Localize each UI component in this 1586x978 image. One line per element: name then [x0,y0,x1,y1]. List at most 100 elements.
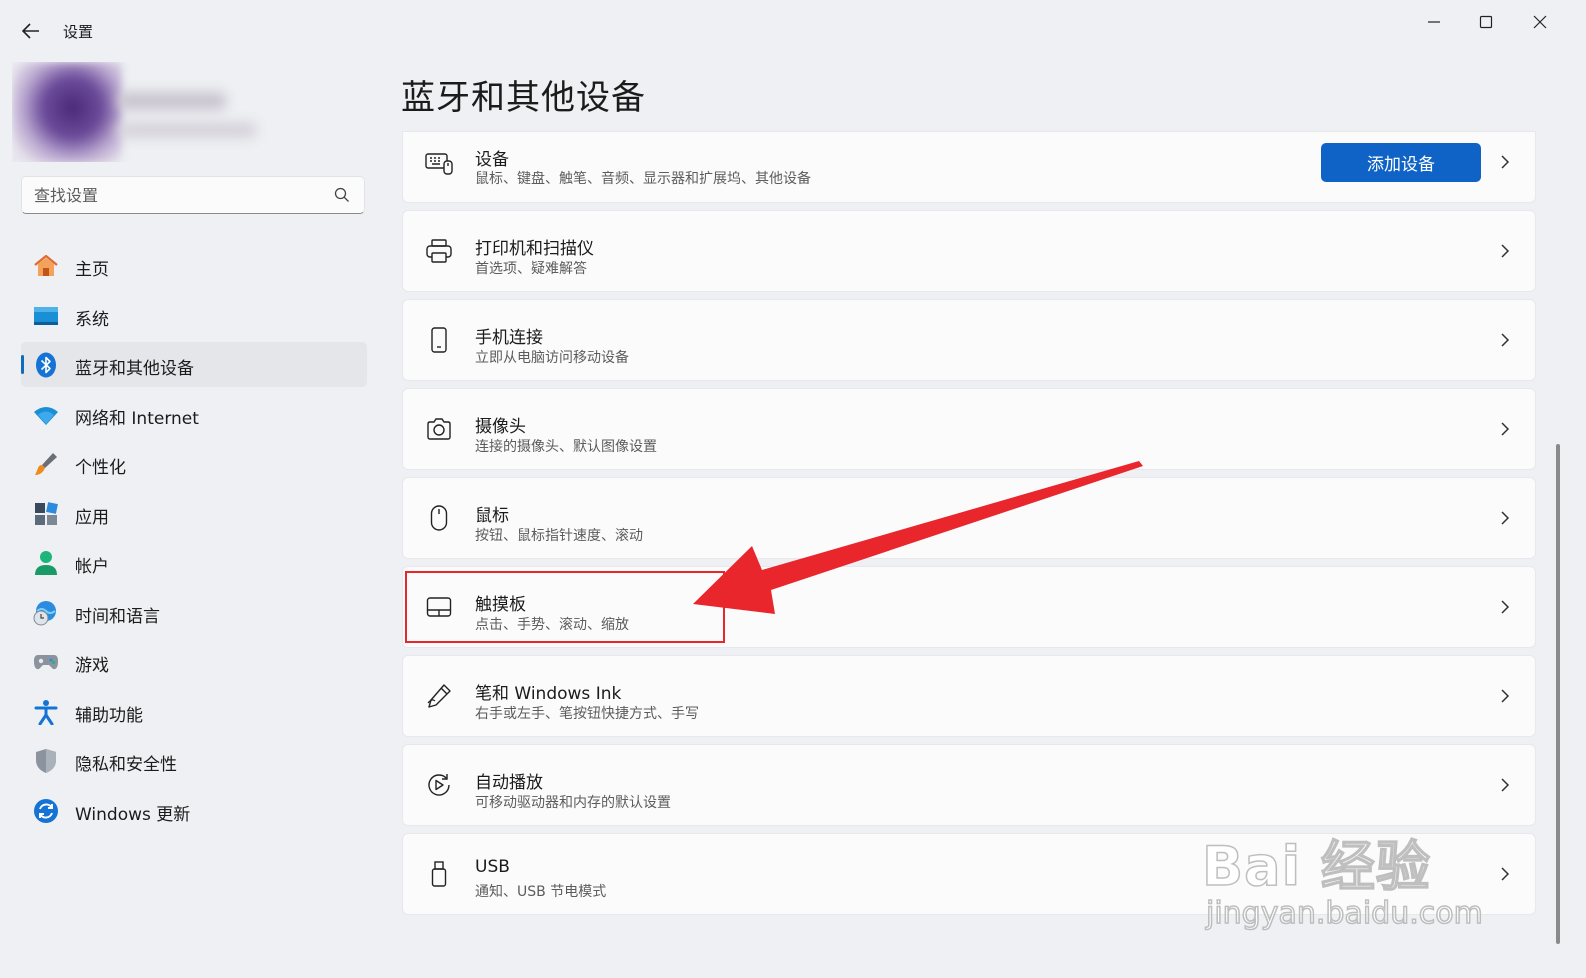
sidebar-item-label: 辅助功能 [75,705,143,726]
card-desc: 通知、USB 节电模式 [475,884,607,900]
card-desc: 首选项、疑难解答 [475,261,587,277]
card-title: 设备 [475,150,509,170]
card-pen-ink[interactable]: 笔和 Windows Ink 右手或左手、笔按钮快捷方式、手写 [402,655,1536,737]
card-desc: 鼠标、键盘、触笔、音频、显示器和扩展坞、其他设备 [475,171,811,187]
sidebar-item-windows-update[interactable]: Windows 更新 [21,788,367,833]
profile-name-blurred [117,92,227,110]
system-icon [33,303,59,329]
title-bar: 设置 [0,0,1586,56]
back-arrow-icon [22,23,39,39]
sidebar-item-accounts[interactable]: 帐户 [21,540,367,585]
highlight-box [405,571,725,643]
account-icon [33,550,59,576]
settings-window: 设置 主页 系统 [0,0,1586,978]
card-desc: 连接的摄像头、默认图像设置 [475,439,657,455]
minimize-icon [1428,21,1440,23]
sidebar-item-privacy[interactable]: 隐私和安全性 [21,738,367,783]
card-devices[interactable]: 设备 鼠标、键盘、触笔、音频、显示器和扩展坞、其他设备 添加设备 [402,131,1536,203]
chevron-right-icon [1501,778,1510,792]
card-desc: 可移动驱动器和内存的默认设置 [475,795,671,811]
sidebar-item-bluetooth[interactable]: 蓝牙和其他设备 [21,342,367,387]
card-title: 笔和 Windows Ink [475,684,622,704]
sidebar-item-time-language[interactable]: 时间和语言 [21,590,367,635]
sidebar-item-label: 隐私和安全性 [75,755,177,775]
globe-clock-icon [33,600,59,626]
close-button[interactable] [1518,8,1562,36]
card-printers[interactable]: 打印机和扫描仪 首选项、疑难解答 [402,210,1536,292]
wifi-icon [33,402,59,428]
devices-icon [425,150,453,178]
shield-icon [33,748,59,774]
sidebar-item-label: 帐户 [75,557,109,577]
home-icon [33,253,59,279]
sidebar-item-home[interactable]: 主页 [21,243,367,288]
brush-icon [33,451,59,477]
maximize-button[interactable] [1464,8,1508,36]
sidebar-item-label: 时间和语言 [75,606,160,627]
chevron-right-icon [1501,689,1510,703]
chevron-right-icon [1501,511,1510,525]
sidebar-item-label: 网络和 Internet [75,408,199,429]
sidebar-item-label: 应用 [75,507,109,528]
sidebar-item-label: Windows 更新 [75,804,191,825]
autoplay-icon [425,771,453,799]
camera-icon [425,415,453,443]
sidebar-item-personalization[interactable]: 个性化 [21,441,367,486]
watermark-line1: Bai 经验 [1201,834,1431,899]
chevron-right-icon [1501,867,1510,881]
search-input[interactable] [34,177,324,213]
chevron-right-icon [1501,333,1510,347]
chevron-right-icon [1501,422,1510,436]
maximize-icon [1479,15,1493,29]
mouse-icon [425,504,453,532]
sidebar-item-accessibility[interactable]: 辅助功能 [21,689,367,734]
chevron-right-icon [1501,155,1510,169]
card-desc: 立即从电脑访问移动设备 [475,350,629,366]
minimize-button[interactable] [1412,8,1456,36]
sidebar-item-label: 主页 [75,260,109,280]
bluetooth-icon [33,352,59,378]
card-title: 自动播放 [475,773,543,793]
phone-icon [425,326,453,354]
chevron-right-icon [1501,244,1510,258]
page-title: 蓝牙和其他设备 [401,78,646,118]
scrollbar[interactable] [1556,444,1560,944]
card-desc: 右手或左手、笔按钮快捷方式、手写 [475,706,699,722]
apps-icon [33,501,59,527]
gamepad-icon [33,649,59,675]
app-title: 设置 [63,23,94,41]
sidebar-item-label: 游戏 [75,656,109,676]
card-title: USB [475,857,510,877]
sidebar-item-system[interactable]: 系统 [21,293,367,338]
card-title: 摄像头 [475,417,526,437]
watermark-line2: jingyan.baidu.com [1205,895,1483,932]
card-phone-link[interactable]: 手机连接 立即从电脑访问移动设备 [402,299,1536,381]
card-title: 打印机和扫描仪 [475,239,594,259]
sidebar-item-network[interactable]: 网络和 Internet [21,392,367,437]
profile-email-blurred [117,122,257,138]
pen-icon [425,682,453,710]
usb-icon [425,860,453,888]
printer-icon [425,237,453,265]
search-icon[interactable] [334,187,350,203]
sidebar-item-label: 蓝牙和其他设备 [75,359,194,379]
avatar [12,62,122,162]
update-icon [33,798,59,824]
search-box[interactable] [21,176,365,214]
back-button[interactable] [18,18,44,44]
chevron-right-icon [1501,600,1510,614]
sidebar-item-label: 个性化 [75,458,126,478]
close-icon [1533,15,1547,29]
sidebar-item-gaming[interactable]: 游戏 [21,639,367,684]
add-device-button[interactable]: 添加设备 [1321,143,1481,182]
user-profile[interactable] [12,62,272,162]
card-camera[interactable]: 摄像头 连接的摄像头、默认图像设置 [402,388,1536,470]
sidebar-nav: 主页 系统 蓝牙和其他设备 网络和 Internet 个性化 应用 帐户 时间和… [21,243,367,837]
card-desc: 按钮、鼠标指针速度、滚动 [475,528,643,544]
sidebar-item-apps[interactable]: 应用 [21,491,367,536]
accessibility-icon [33,699,59,725]
sidebar-item-label: 系统 [75,309,109,330]
baidu-jingyan-watermark: Bai 经验 jingyan.baidu.com [1200,800,1500,940]
card-mouse[interactable]: 鼠标 按钮、鼠标指针速度、滚动 [402,477,1536,559]
card-title: 手机连接 [475,328,543,348]
